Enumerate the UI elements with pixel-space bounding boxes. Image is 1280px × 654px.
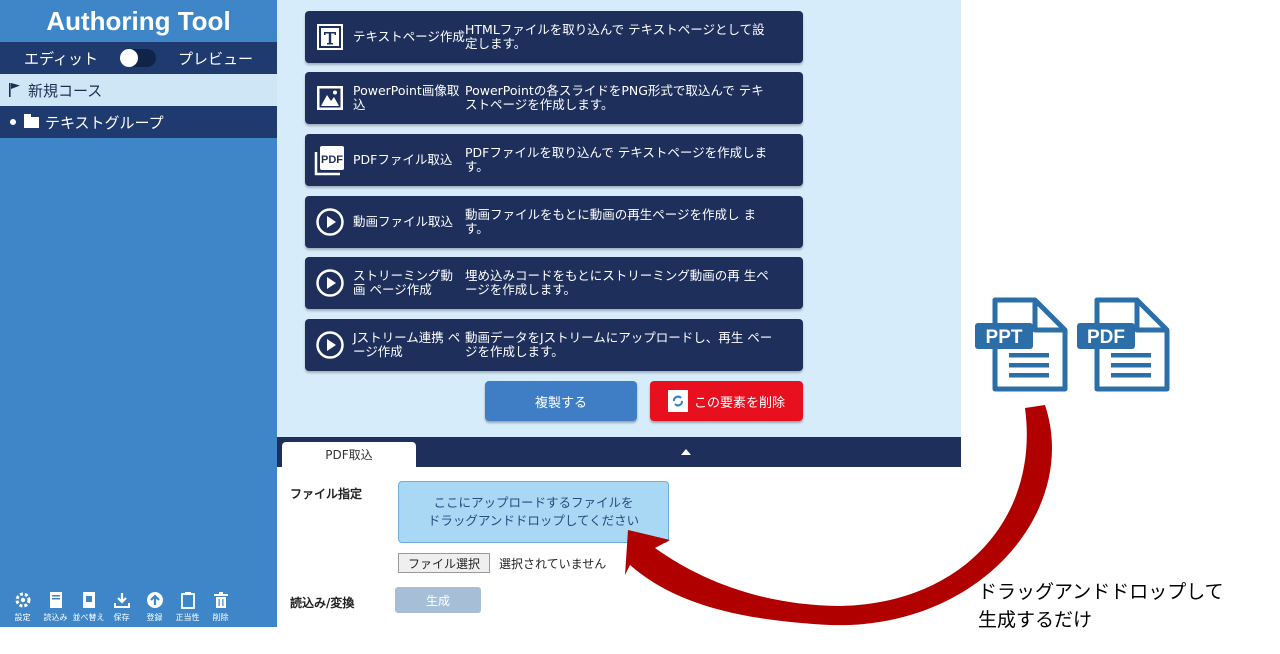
text-icon xyxy=(317,24,343,50)
feature-title: テキストページ作成 xyxy=(353,29,465,44)
app-title: Authoring Tool xyxy=(46,5,231,36)
feature-pdf-import[interactable]: PDF PDFファイル取込 PDFファイルを取り込んで テキストページを作成しま… xyxy=(305,134,803,186)
feature-title: PDFファイル取込 xyxy=(353,152,453,167)
play-icon xyxy=(316,208,344,236)
save-button[interactable]: 保存 xyxy=(105,590,138,623)
course-label: 新規コース xyxy=(28,81,103,100)
feature-list-area: テキストページ作成 HTMLファイルを取り込んで テキストページとして設定します… xyxy=(277,0,961,437)
save-label: 保存 xyxy=(113,613,130,622)
gear-icon xyxy=(15,592,30,608)
mode-switch-bar: エディット プレビュー xyxy=(0,42,277,74)
ppt-label: PPT xyxy=(986,327,1023,348)
pdf-document-icon: PDF xyxy=(1077,297,1170,392)
preview-mode-label[interactable]: プレビュー xyxy=(178,48,253,69)
mode-toggle[interactable] xyxy=(119,49,156,67)
pdf-label: PDF xyxy=(1087,327,1125,348)
sort-icon xyxy=(82,592,95,608)
annotation-text: ドラッグアンドドロップして 生成するだけ xyxy=(978,578,1224,634)
play-icon xyxy=(316,331,344,359)
generate-button[interactable]: 生成 xyxy=(395,587,481,613)
register-button[interactable]: 登録 xyxy=(138,590,171,623)
feature-desc: PowerPointの各スライドをPNG形式で取込んで テキストページを作成しま… xyxy=(465,83,764,112)
convert-label: 読込み/変換 xyxy=(290,596,355,610)
trash-icon xyxy=(213,592,228,608)
feature-title: Jストリーム連携 ページ作成 xyxy=(353,330,461,359)
sort-button[interactable]: 並べ替え xyxy=(72,590,105,623)
feature-text-page[interactable]: テキストページ作成 HTMLファイルを取り込んで テキストページとして設定します… xyxy=(305,11,803,63)
play-icon xyxy=(316,269,344,297)
validate-button[interactable]: 正当性 xyxy=(171,590,204,623)
feature-desc: 動画ファイルをもとに動画の再生ページを作成し ます。 xyxy=(465,207,756,236)
upload-icon xyxy=(146,592,163,608)
feature-title: ストリーミング動画 ページ作成 xyxy=(353,268,454,297)
group-label: テキストグループ xyxy=(45,113,164,132)
bottom-toolbar: 設定 読込み 並べ替え 保存 登録 正当性 削除 xyxy=(0,590,277,623)
register-label: 登録 xyxy=(146,613,163,622)
file-field-label: ファイル指定 xyxy=(290,487,363,501)
sidebar: Authoring Tool エディット プレビュー 新規コース テキストグルー… xyxy=(0,0,277,627)
validate-label: 正当性 xyxy=(175,613,200,622)
feature-title: 動画ファイル取込 xyxy=(353,214,454,229)
feature-video-import[interactable]: 動画ファイル取込 動画ファイルをもとに動画の再生ページを作成し ます。 xyxy=(305,196,803,248)
tree-item-group[interactable]: テキストグループ xyxy=(0,106,277,138)
sort-label: 並べ替え xyxy=(72,613,105,622)
feature-desc: PDFファイルを取り込んで テキストページを作成します。 xyxy=(465,145,768,174)
annotation-line1: ドラッグアンドドロップして xyxy=(978,581,1224,603)
image-icon xyxy=(317,86,343,110)
clipboard-icon xyxy=(180,592,195,609)
feature-streaming-page[interactable]: ストリーミング動画 ページ作成 埋め込みコードをもとにストリーミング動画の再 生… xyxy=(305,257,803,309)
settings-button[interactable]: 設定 xyxy=(6,590,39,623)
load-label: 読込み xyxy=(43,613,68,622)
delete-button[interactable]: 削除 xyxy=(204,590,237,623)
tree-item-course[interactable]: 新規コース xyxy=(0,74,277,106)
bullet-dot xyxy=(10,119,16,125)
settings-label: 設定 xyxy=(14,613,31,622)
screen: Authoring Tool エディット プレビュー 新規コース テキストグルー… xyxy=(0,0,1280,654)
tab-pdf-import[interactable]: PDF取込 xyxy=(282,442,416,467)
svg-text:PDF: PDF xyxy=(321,154,343,166)
load-button[interactable]: 読込み xyxy=(39,590,72,623)
pdf-icon: PDF xyxy=(314,146,344,176)
book-icon xyxy=(49,592,62,608)
feature-jstream-page[interactable]: Jストリーム連携 ページ作成 動画データをJストリームにアップロードし、再生 ペ… xyxy=(305,319,803,371)
feature-desc: 動画データをJストリームにアップロードし、再生 ページを作成します。 xyxy=(465,330,773,359)
feature-title: PowerPoint画像取込 xyxy=(353,83,460,112)
delete-label: 削除 xyxy=(212,613,229,622)
folder-icon xyxy=(24,113,39,128)
file-status-text: 選択されていません xyxy=(499,557,607,571)
feature-powerpoint-import[interactable]: PowerPoint画像取込 PowerPointの各スライドをPNG形式で取込… xyxy=(305,72,803,124)
edit-mode-label[interactable]: エディット xyxy=(24,48,98,69)
flag-icon xyxy=(9,83,20,97)
toggle-knob xyxy=(119,49,138,67)
feature-desc: 埋め込みコードをもとにストリーミング動画の再 生ページを作成します。 xyxy=(465,268,769,297)
file-select-button[interactable]: ファイル選択 xyxy=(398,553,490,573)
feature-desc: HTMLファイルを取り込んで テキストページとして設定します。 xyxy=(465,22,765,51)
download-icon xyxy=(113,593,130,608)
annotation-line2: 生成するだけ xyxy=(978,609,1093,631)
